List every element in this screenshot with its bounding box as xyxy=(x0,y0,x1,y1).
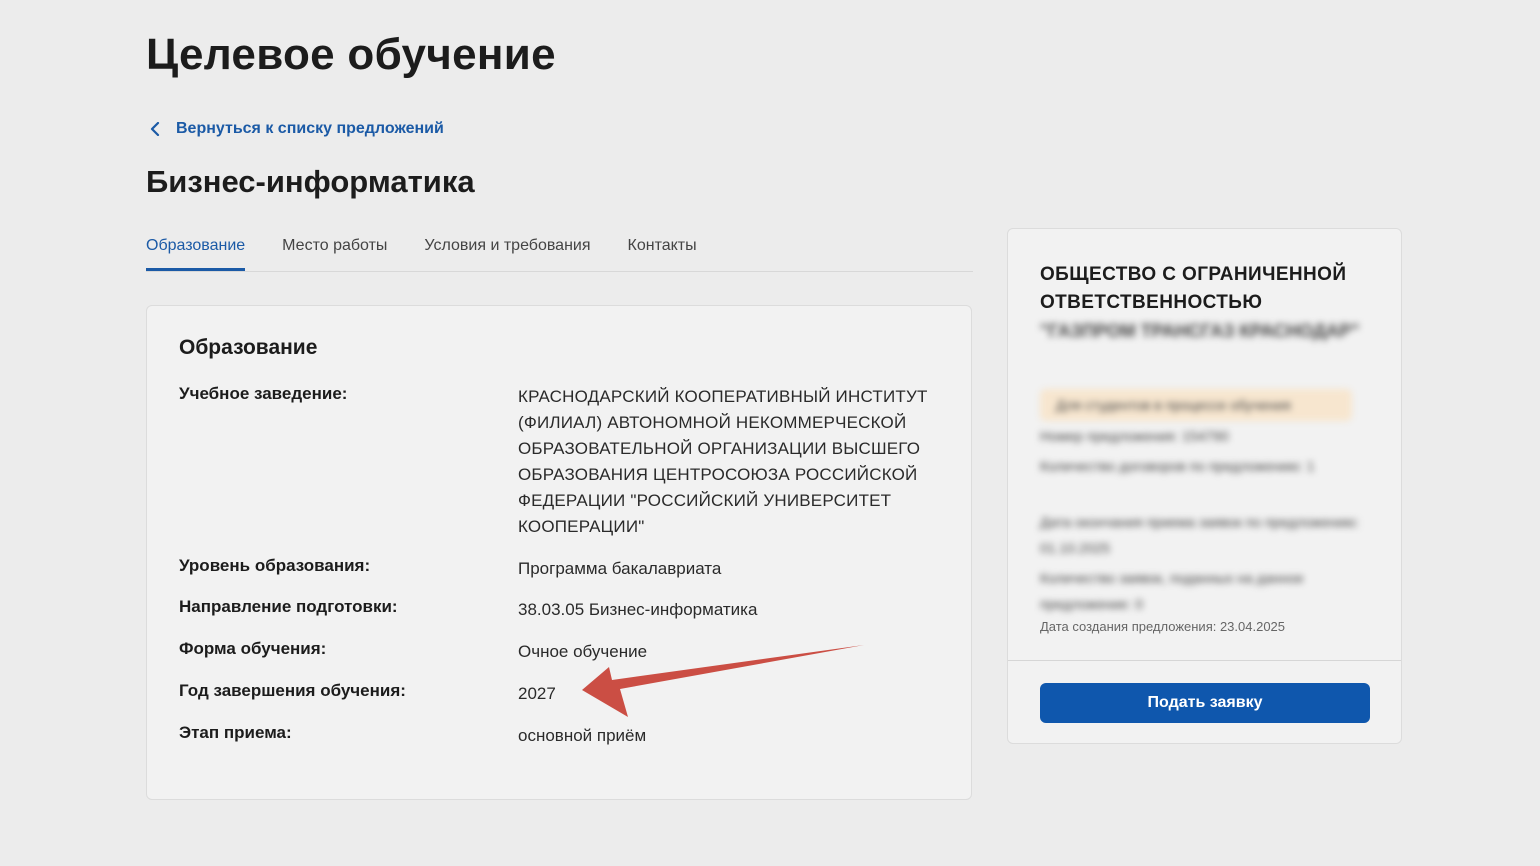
redacted-text: Номер предложения: 154790 xyxy=(1040,428,1229,444)
apply-button[interactable]: Подать заявку xyxy=(1040,683,1370,723)
row-label: Направление подготовки: xyxy=(179,597,398,616)
row-value: 2027 xyxy=(518,684,556,703)
tab-education[interactable]: Образование xyxy=(146,232,246,271)
row-label: Учебное заведение: xyxy=(179,384,348,403)
tab-workplace[interactable]: Место работы xyxy=(282,232,387,265)
education-card: Образование Учебное заведение: КРАСНОДАР… xyxy=(146,305,972,800)
created-date: Дата создания предложения: 23.04.2025 xyxy=(1040,619,1286,634)
employer-sidebar: ОБЩЕСТВО С ОГРАНИЧЕННОЙ ОТВЕТСТВЕННОСТЬЮ… xyxy=(1007,228,1402,744)
row-value: Программа бакалавриата xyxy=(518,559,722,578)
redacted-text: Дата окончания приема заявок по предложе… xyxy=(1040,514,1360,556)
org-name-redacted: "ГАЗПРОМ ТРАНСГАЗ КРАСНОДАР" xyxy=(1040,321,1360,341)
section-title: Образование xyxy=(179,336,318,359)
divider xyxy=(1008,660,1401,661)
row-label: Форма обучения: xyxy=(179,639,327,658)
tab-contacts[interactable]: Контакты xyxy=(628,232,697,265)
row-label: Год завершения обучения: xyxy=(179,681,406,700)
program-title: Бизнес-информатика xyxy=(146,164,475,199)
tab-bar: Образование Место работы Условия и требо… xyxy=(146,232,973,272)
row-label: Уровень образования: xyxy=(179,556,371,575)
status-badge-redacted: Для студентов в процессе обучения xyxy=(1040,389,1352,421)
row-value: Очное обучение xyxy=(518,642,648,661)
row-label: Этап приема: xyxy=(179,723,292,742)
row-value: КРАСНОДАРСКИЙ КООПЕРАТИВНЫЙ ИНСТИТУТ (ФИ… xyxy=(518,387,928,536)
back-to-offers-link[interactable]: Вернуться к списку предложений xyxy=(150,120,444,138)
row-value: 38.03.05 Бизнес-информатика xyxy=(518,600,758,619)
chevron-left-icon xyxy=(150,122,162,136)
back-link-label: Вернуться к списку предложений xyxy=(176,120,444,137)
row-value: основной приём xyxy=(518,726,647,745)
org-name: ОБЩЕСТВО С ОГРАНИЧЕННОЙ ОТВЕТСТВЕННОСТЬЮ xyxy=(1040,264,1347,313)
redacted-text: Количество заявок, поданных на данное пр… xyxy=(1040,570,1304,612)
redacted-text: Количество договоров по предложению: 1 xyxy=(1040,458,1315,474)
page-title: Целевое обучение xyxy=(146,30,556,79)
tab-conditions[interactable]: Условия и требования xyxy=(424,232,590,265)
